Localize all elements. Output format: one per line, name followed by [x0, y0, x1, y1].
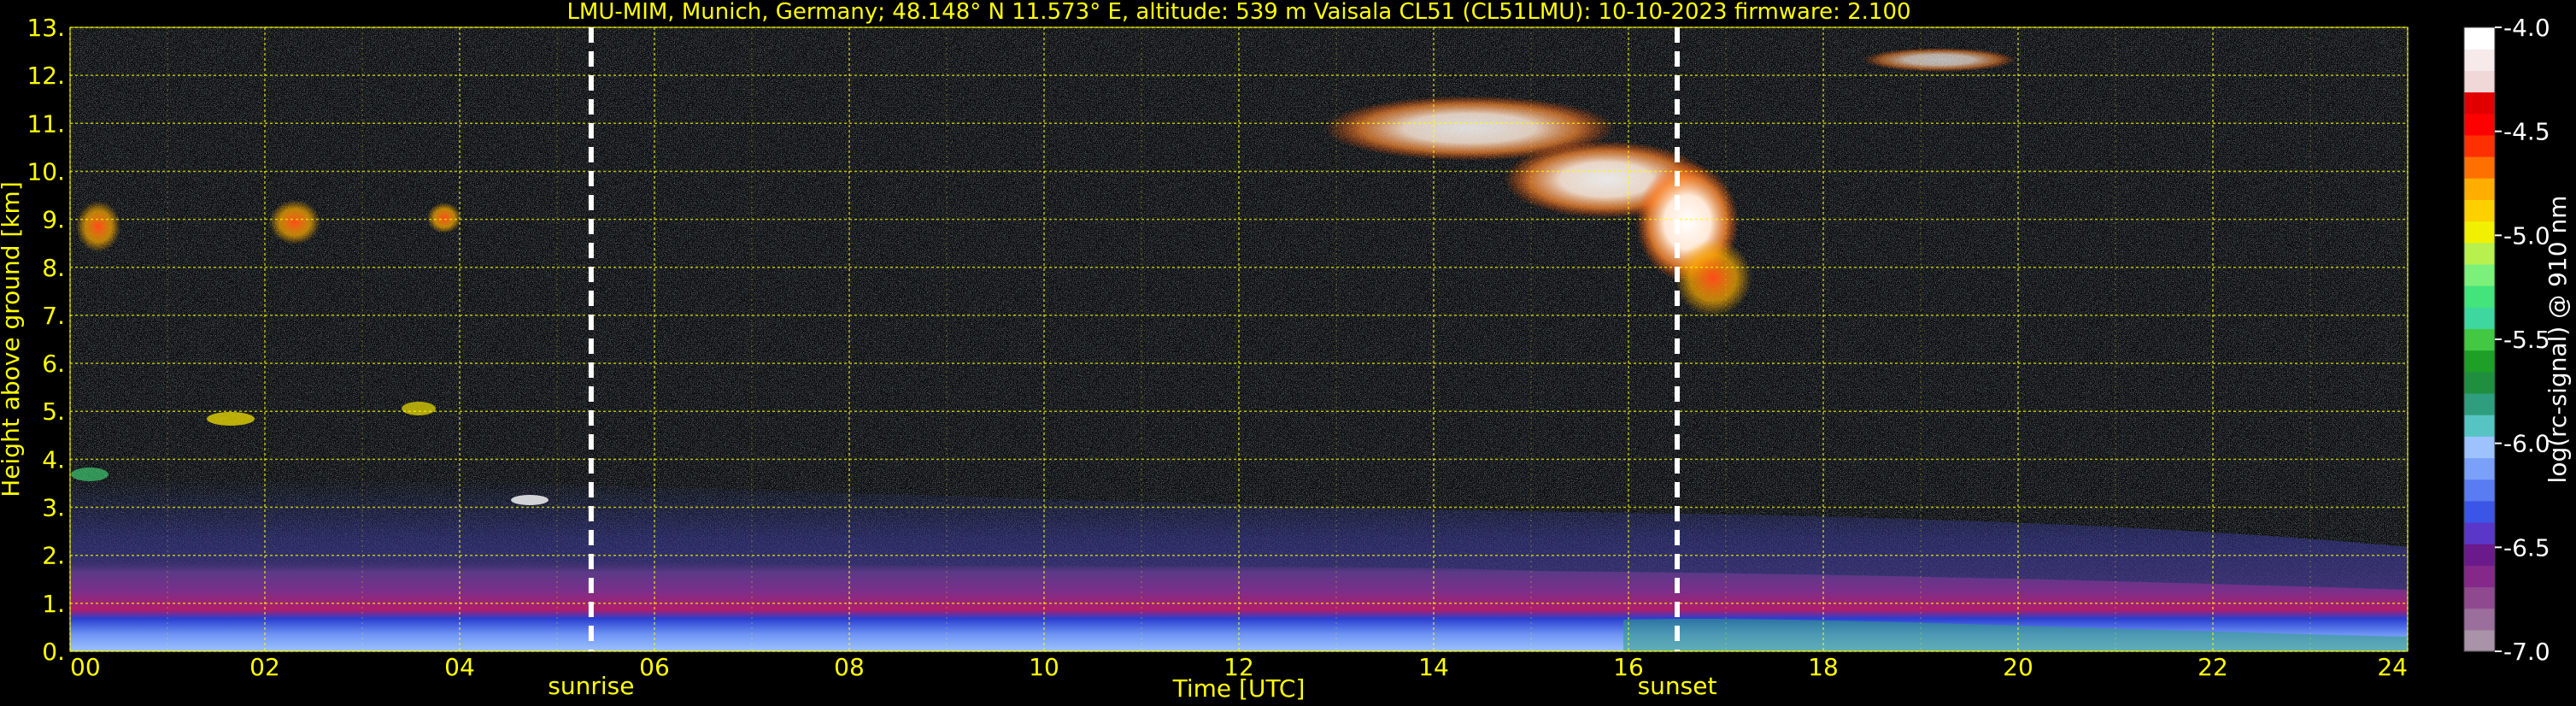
- y-tick-label: 8.: [42, 254, 65, 282]
- colorbar-swatch: [2464, 263, 2495, 286]
- aerosol-layer: [511, 495, 549, 505]
- colorbar-tick-label: -4.5: [2503, 118, 2550, 146]
- x-tick-label: 18: [1808, 653, 1839, 681]
- y-tick-label: 0.: [42, 638, 65, 666]
- colorbar-swatch: [2464, 392, 2495, 415]
- y-tick-label: 10.: [26, 157, 65, 185]
- colorbar-swatch: [2464, 500, 2495, 523]
- x-axis-label: Time [UTC]: [1172, 674, 1306, 703]
- cirrus-cloud: [1675, 239, 1752, 316]
- sunset-label: sunset: [1638, 672, 1717, 700]
- colorbar-swatch: [2464, 113, 2495, 136]
- x-tick-label: 10: [1029, 653, 1059, 681]
- x-tick-label: 06: [639, 653, 670, 681]
- x-tick-label: 08: [834, 653, 865, 681]
- colorbar-swatch: [2464, 134, 2495, 157]
- colorbar-swatch: [2464, 199, 2495, 222]
- y-tick-label: 1.: [42, 590, 65, 618]
- x-tick-label: 24: [2377, 653, 2408, 681]
- cirrus-cloud: [269, 200, 320, 244]
- cirrus-cloud: [427, 203, 461, 233]
- colorbar-swatch: [2464, 49, 2495, 71]
- colorbar-swatch: [2464, 350, 2495, 373]
- y-tick-label: 7.: [42, 302, 65, 330]
- colorbar-swatch: [2464, 371, 2495, 394]
- colorbar-swatch: [2464, 221, 2495, 244]
- colorbar-label: log(rc-signal) @ 910 nm: [2544, 196, 2572, 484]
- y-tick-label: 2.: [42, 542, 65, 570]
- colorbar-swatch: [2464, 307, 2495, 330]
- colorbar-swatch: [2464, 415, 2495, 437]
- colorbar-swatch: [2464, 586, 2495, 609]
- aerosol-layer: [402, 402, 436, 415]
- x-tick-label: 00: [70, 653, 101, 681]
- colorbar-swatch: [2464, 328, 2495, 351]
- x-tick-label: 02: [249, 653, 280, 681]
- sunrise-label: sunrise: [548, 672, 634, 700]
- colorbar-swatch: [2464, 436, 2495, 459]
- annotations: sunrise sunset: [548, 672, 1716, 700]
- colorbar-swatch: [2464, 91, 2495, 115]
- y-tick-label: 11.: [26, 109, 65, 138]
- y-tick-label: 9.: [42, 206, 65, 234]
- y-tick-label: 3.: [42, 494, 65, 522]
- aerosol-layer: [71, 468, 109, 481]
- colorbar-swatch: [2464, 608, 2495, 631]
- colorbar-swatch: [2464, 629, 2495, 652]
- colorbar-swatch: [2464, 178, 2495, 200]
- chart-title: LMU-MIM, Munich, Germany; 48.148° N 11.5…: [566, 0, 1910, 25]
- colorbar: -4.0-4.5-5.0-5.5-6.0-6.5-7.0 log(rc-sign…: [2463, 14, 2572, 666]
- x-tick-label: 14: [1418, 653, 1449, 681]
- colorbar-tick-label: -7.0: [2503, 638, 2550, 666]
- colorbar-tick-label: -4.0: [2503, 14, 2550, 42]
- x-tick-label: 20: [2003, 653, 2033, 681]
- y-axis-label: Height above ground [km]: [0, 181, 25, 497]
- colorbar-tick-label: -6.5: [2503, 533, 2550, 562]
- colorbar-swatch: [2464, 544, 2495, 566]
- colorbar-swatch: [2464, 565, 2495, 588]
- aerosol-layer: [207, 412, 255, 426]
- chart: 00 02 04 06 08 10 12 14 16 18 20 22 24 0.1.2.3.4.5.6…: [0, 0, 2572, 703]
- colorbar-swatch: [2464, 479, 2495, 502]
- colorbar-swatch: [2464, 70, 2495, 93]
- colorbar-swatch: [2464, 27, 2495, 50]
- y-tick-label: 12.: [26, 62, 65, 90]
- colorbar-swatch: [2464, 285, 2495, 308]
- y-tick-label: 13.: [26, 14, 65, 42]
- colorbar-swatch: [2464, 156, 2495, 179]
- y-tick-label: 6.: [42, 350, 65, 378]
- x-tick-label: 22: [2198, 653, 2228, 681]
- colorbar-swatch: [2464, 457, 2495, 480]
- cirrus-cloud: [1863, 48, 2016, 72]
- cirrus-cloud: [76, 201, 120, 252]
- y-axis: 0. 1. 2. 3. 4. 5. 6. 7. 8. 9. 10. 11. 12. 13.: [26, 14, 65, 666]
- y-tick-label: 5.: [42, 397, 65, 426]
- colorbar-swatch: [2464, 521, 2495, 544]
- x-tick-label: 04: [444, 653, 475, 681]
- y-tick-label: 4.: [42, 445, 65, 474]
- colorbar-swatch: [2464, 242, 2495, 265]
